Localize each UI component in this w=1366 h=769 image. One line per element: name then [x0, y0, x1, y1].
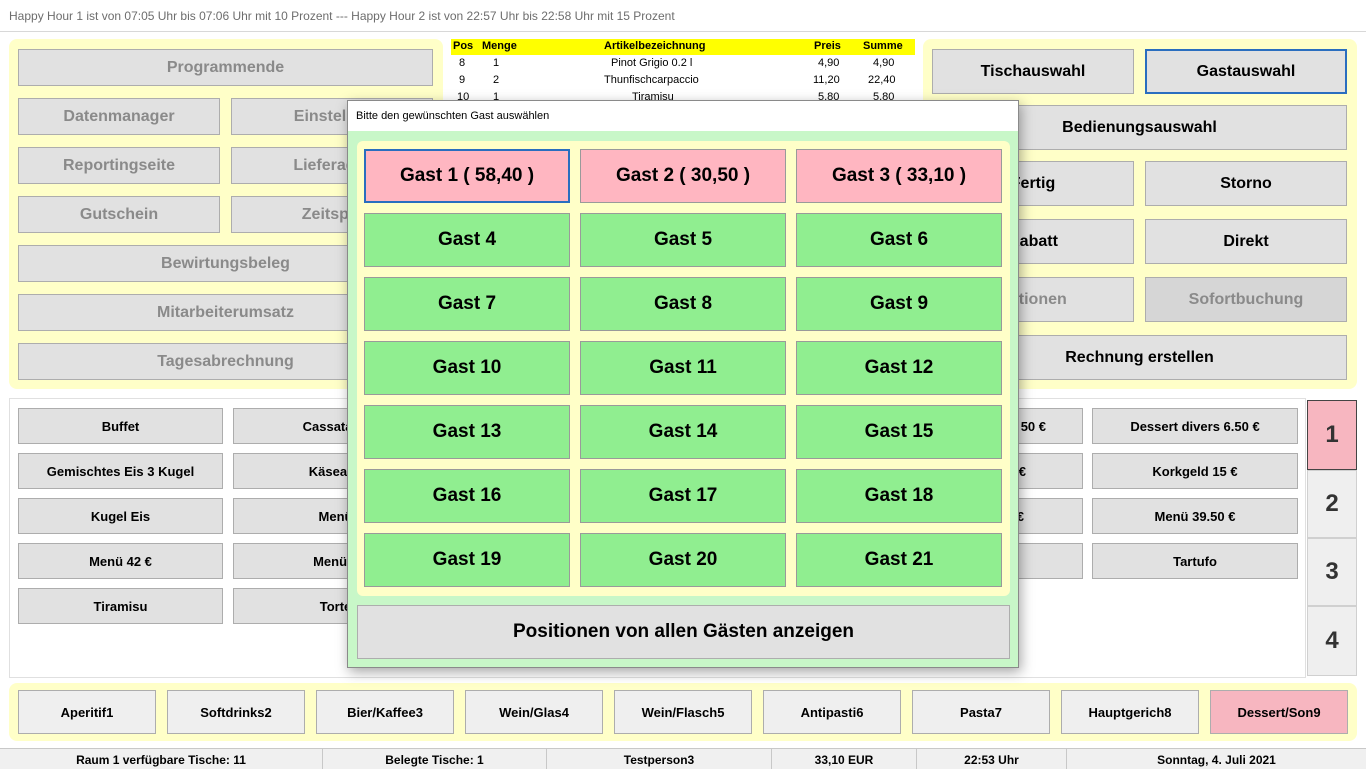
guest-button-6[interactable]: Gast 6: [796, 213, 1002, 267]
product-button[interactable]: Gemischtes Eis 3 Kugel: [18, 453, 223, 489]
dialog-title: Bitte den gewünschten Gast auswählen: [348, 101, 1018, 131]
guest-button-18[interactable]: Gast 18: [796, 469, 1002, 523]
guest-button-10[interactable]: Gast 10: [364, 341, 570, 395]
category-wein-flasche[interactable]: Wein/Flasch5: [614, 690, 752, 734]
tischauswahl-button[interactable]: Tischauswahl: [932, 49, 1134, 94]
product-button[interactable]: Tartufo: [1092, 543, 1298, 579]
order-summe: 22,40: [868, 74, 896, 86]
guest-button-11[interactable]: Gast 11: [580, 341, 786, 395]
order-preis: 11,20: [813, 74, 840, 86]
storno-button[interactable]: Storno: [1145, 161, 1347, 206]
guest-button-20[interactable]: Gast 20: [580, 533, 786, 587]
product-button[interactable]: Dessert divers 6.50 €: [1092, 408, 1298, 444]
page-tab-1[interactable]: 1: [1307, 400, 1357, 470]
product-button[interactable]: Menü 39.50 €: [1092, 498, 1298, 534]
gutschein-button[interactable]: Gutschein: [18, 196, 220, 233]
status-raum: Raum 1 verfügbare Tische: 11: [0, 749, 323, 769]
gastauswahl-button[interactable]: Gastauswahl: [1145, 49, 1347, 94]
category-hauptgericht[interactable]: Hauptgerich8: [1061, 690, 1199, 734]
category-bar: Aperitif1 Softdrinks2 Bier/Kaffee3 Wein/…: [9, 683, 1357, 741]
guest-grid: Gast 1 ( 58,40 ) Gast 2 ( 30,50 ) Gast 3…: [357, 141, 1010, 596]
guest-button-4[interactable]: Gast 4: [364, 213, 570, 267]
product-button[interactable]: Menü 42 €: [18, 543, 223, 579]
page-tab-2[interactable]: 2: [1307, 470, 1357, 538]
guest-button-15[interactable]: Gast 15: [796, 405, 1002, 459]
guest-button-17[interactable]: Gast 17: [580, 469, 786, 523]
status-bar: Raum 1 verfügbare Tische: 11 Belegte Tis…: [0, 748, 1366, 769]
guest-button-8[interactable]: Gast 8: [580, 277, 786, 331]
order-artikel: Thunfischcarpaccio: [604, 74, 699, 86]
guest-button-7[interactable]: Gast 7: [364, 277, 570, 331]
category-dessert[interactable]: Dessert/Son9: [1210, 690, 1348, 734]
guest-selection-dialog: Bitte den gewünschten Gast auswählen Gas…: [347, 100, 1019, 668]
guest-button-14[interactable]: Gast 14: [580, 405, 786, 459]
guest-button-3[interactable]: Gast 3 ( 33,10 ): [796, 149, 1002, 203]
category-aperitif[interactable]: Aperitif1: [18, 690, 156, 734]
status-datum: Sonntag, 4. Juli 2021: [1157, 752, 1276, 767]
order-preis: 4,90: [818, 57, 840, 69]
guest-button-9[interactable]: Gast 9: [796, 277, 1002, 331]
show-all-guests-button[interactable]: Positionen von allen Gästen anzeigen: [357, 605, 1010, 659]
product-button[interactable]: Korkgeld 15 €: [1092, 453, 1298, 489]
col-pos-header: Pos: [453, 40, 474, 52]
guest-button-2[interactable]: Gast 2 ( 30,50 ): [580, 149, 786, 203]
col-menge-header: Menge: [482, 40, 517, 52]
category-antipasti[interactable]: Antipasti6: [763, 690, 901, 734]
product-button[interactable]: Buffet: [18, 408, 223, 444]
guest-button-19[interactable]: Gast 19: [364, 533, 570, 587]
order-list-header: Pos Menge Artikelbezeichnung Preis Summe: [451, 39, 915, 55]
category-bier-kaffee[interactable]: Bier/Kaffee3: [316, 690, 454, 734]
col-summe-header: Summe: [863, 40, 903, 52]
order-pos: 9: [459, 74, 466, 86]
guest-button-13[interactable]: Gast 13: [364, 405, 570, 459]
guest-button-12[interactable]: Gast 12: [796, 341, 1002, 395]
category-softdrinks[interactable]: Softdrinks2: [167, 690, 305, 734]
order-menge: 1: [493, 57, 500, 69]
sofortbuchung-button[interactable]: Sofortbuchung: [1145, 277, 1347, 322]
order-summe: 4,90: [873, 57, 895, 69]
page-tab-3[interactable]: 3: [1307, 538, 1357, 606]
status-betrag: 33,10 EUR: [772, 749, 917, 769]
guest-button-21[interactable]: Gast 21: [796, 533, 1002, 587]
col-artikel-header: Artikelbezeichnung: [604, 40, 706, 52]
product-button[interactable]: Tiramisu: [18, 588, 223, 624]
reportingseite-button[interactable]: Reportingseite: [18, 147, 220, 184]
guest-button-5[interactable]: Gast 5: [580, 213, 786, 267]
product-button[interactable]: Kugel Eis: [18, 498, 223, 534]
guest-button-16[interactable]: Gast 16: [364, 469, 570, 523]
order-artikel: Pinot Grigio 0.2 l: [611, 57, 693, 69]
col-preis-header: Preis: [814, 40, 841, 52]
programmende-button[interactable]: Programmende: [18, 49, 433, 86]
guest-button-1[interactable]: Gast 1 ( 58,40 ): [364, 149, 570, 203]
datenmanager-button[interactable]: Datenmanager: [18, 98, 220, 135]
direkt-button[interactable]: Direkt: [1145, 219, 1347, 264]
page-tab-4[interactable]: 4: [1307, 606, 1357, 676]
order-list[interactable]: Pos Menge Artikelbezeichnung Preis Summe…: [451, 39, 915, 103]
order-pos: 8: [459, 57, 466, 69]
order-row[interactable]: 8 1 Pinot Grigio 0.2 l 4,90 4,90: [451, 57, 915, 74]
category-wein-glas[interactable]: Wein/Glas4: [465, 690, 603, 734]
status-user: Testperson3: [547, 749, 772, 769]
category-pasta[interactable]: Pasta7: [912, 690, 1050, 734]
status-belegte-tische: Belegte Tische: 1: [323, 749, 547, 769]
order-menge: 2: [493, 74, 500, 86]
order-row[interactable]: 9 2 Thunfischcarpaccio 11,20 22,40: [451, 74, 915, 91]
status-zeit: 22:53 Uhr: [917, 749, 1067, 769]
happy-hour-info: Happy Hour 1 ist von 07:05 Uhr bis 07:06…: [0, 0, 1366, 32]
